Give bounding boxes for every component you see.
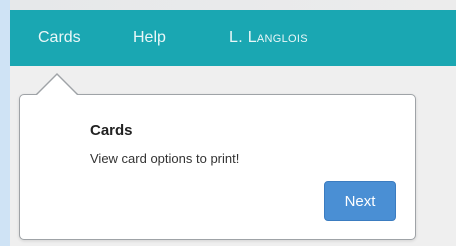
tour-popover: Cards View card options to print! Next — [19, 94, 416, 240]
popover-arrow-fill — [36, 75, 78, 96]
top-navigation-bar: Cards Help L. Langlois — [10, 10, 456, 66]
next-button[interactable]: Next — [324, 181, 396, 221]
nav-help-link[interactable]: Help — [133, 10, 166, 66]
popover-title: Cards — [90, 122, 133, 139]
popover-description: View card options to print! — [90, 151, 240, 166]
nav-cards-link[interactable]: Cards — [38, 10, 81, 66]
nav-user-menu[interactable]: L. Langlois — [229, 10, 308, 66]
